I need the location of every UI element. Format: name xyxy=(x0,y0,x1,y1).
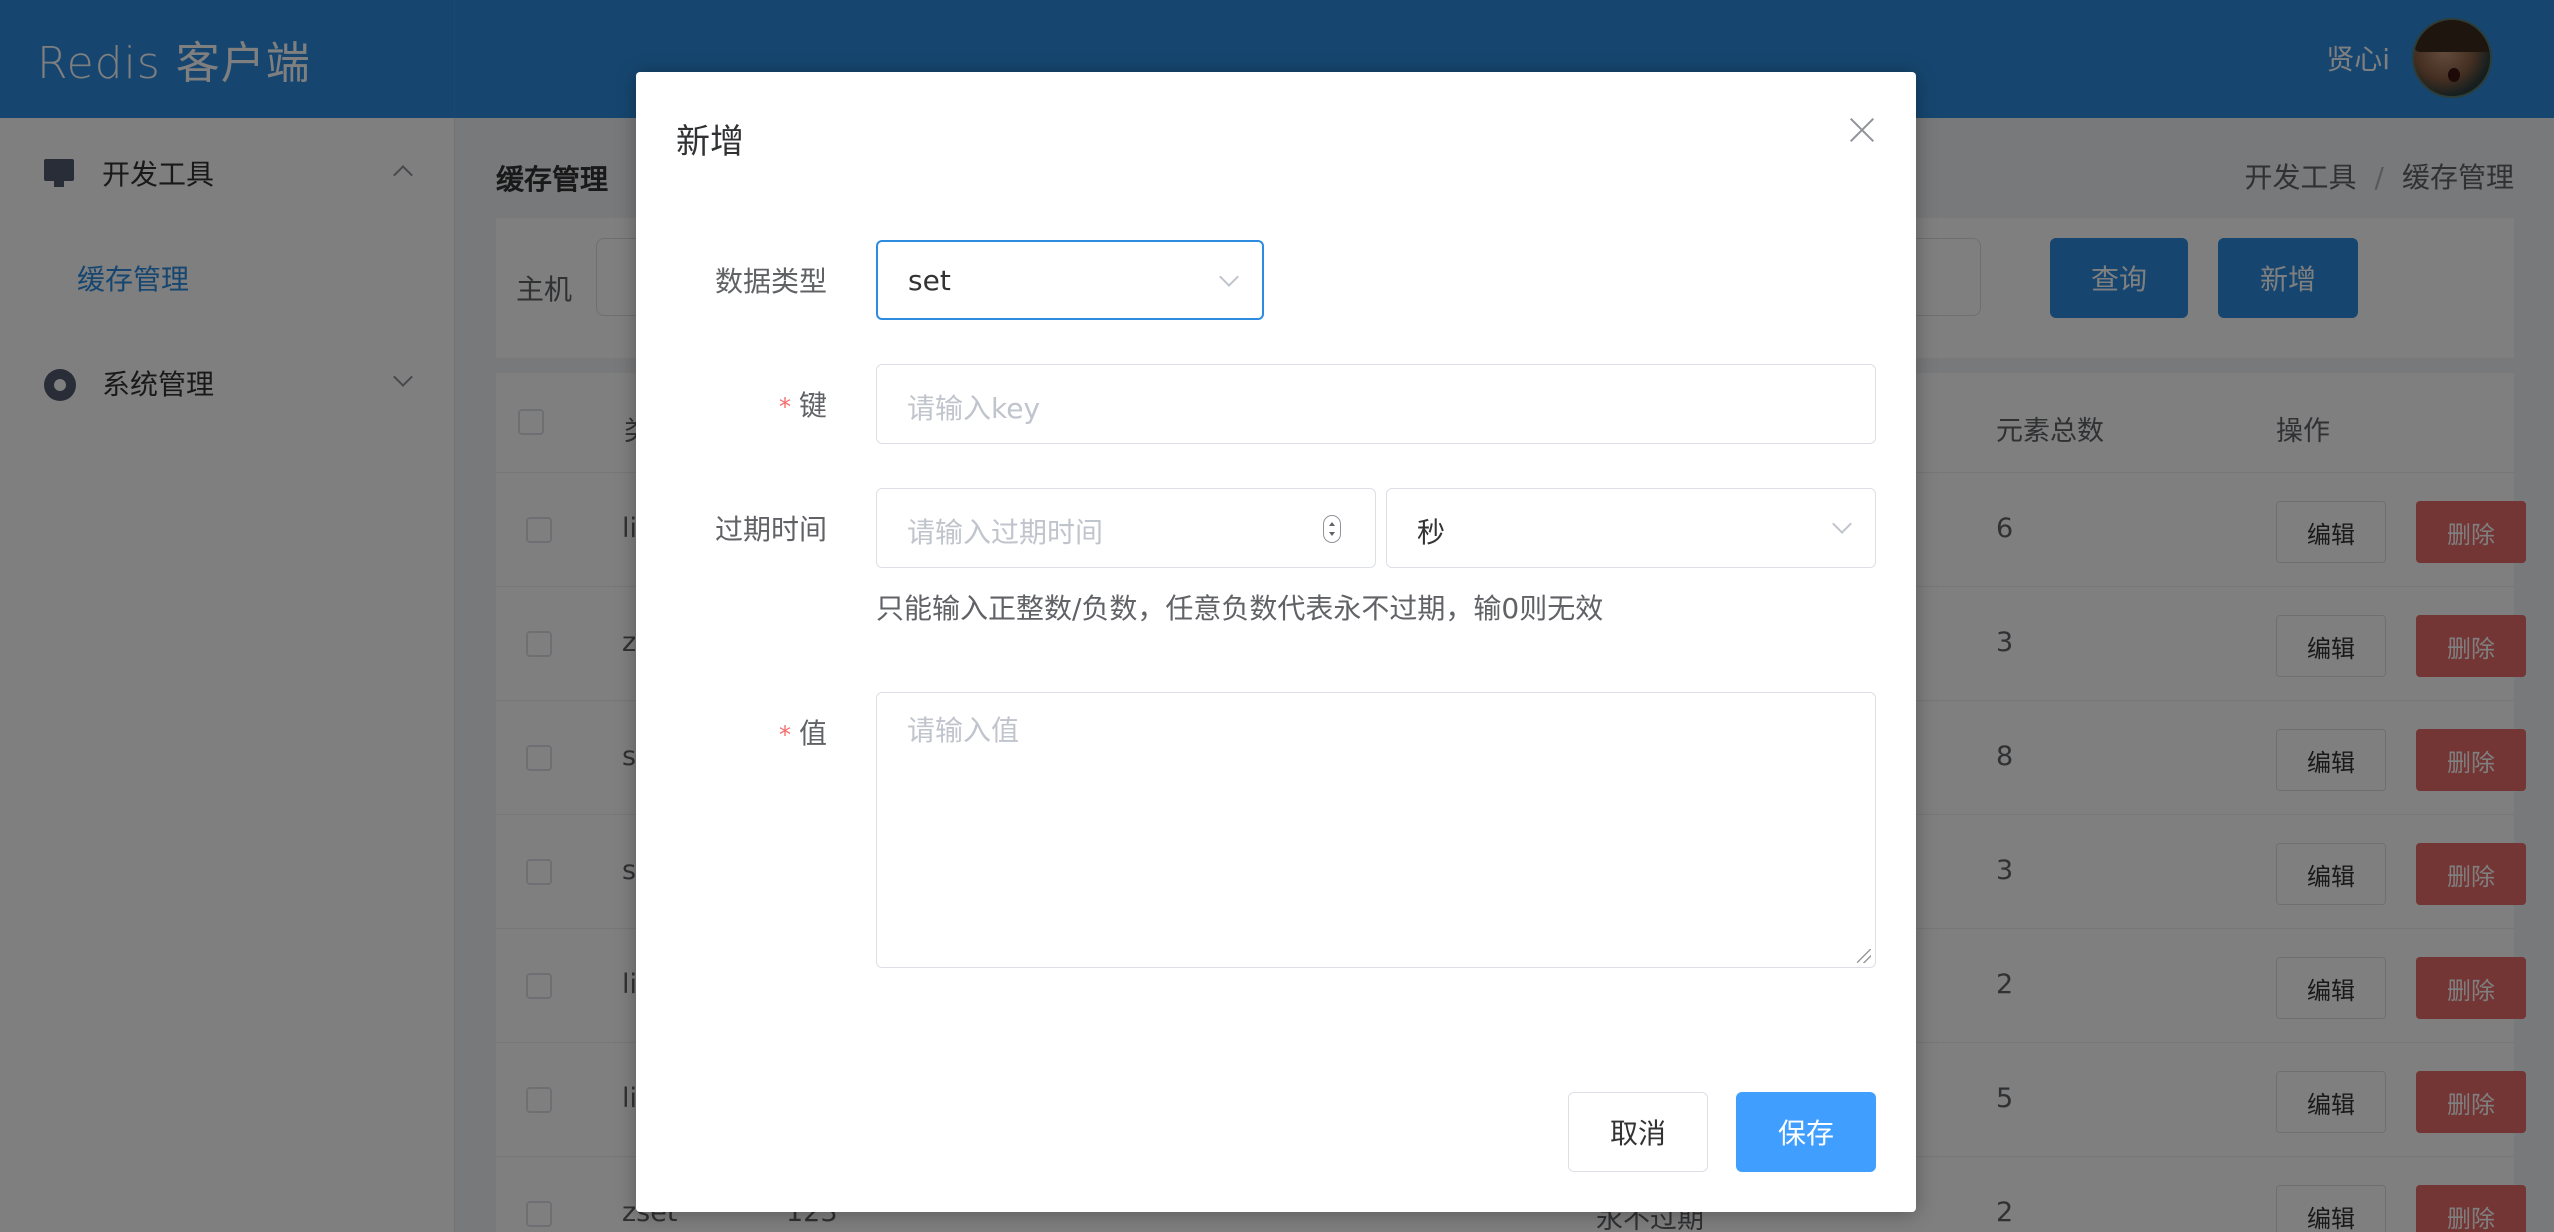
key-input[interactable]: 请输入key xyxy=(876,364,1876,444)
type-select[interactable]: set xyxy=(876,240,1264,320)
expire-label: 过期时间 xyxy=(715,508,827,548)
expire-unit-value: 秒 xyxy=(1417,516,1446,549)
expire-input[interactable]: 请输入过期时间 xyxy=(876,488,1376,568)
required-mark: * xyxy=(778,393,791,421)
value-textarea[interactable]: 请输入值 xyxy=(876,692,1876,968)
value-label: * 值 xyxy=(779,712,827,752)
expire-label-text: 过期时间 xyxy=(714,513,827,546)
add-dialog: 新增 数据类型 set * 键 请输入key 过期时间 请输入过期时间 秒 只能输… xyxy=(636,72,1916,1212)
number-stepper-icon[interactable] xyxy=(1323,515,1341,543)
cancel-button[interactable]: 取消 xyxy=(1568,1092,1708,1172)
value-placeholder: 请输入值 xyxy=(907,714,1020,747)
key-label: * 键 xyxy=(779,384,827,424)
expire-placeholder: 请输入过期时间 xyxy=(907,516,1104,549)
chevron-down-icon xyxy=(1832,514,1852,534)
type-select-value: set xyxy=(908,264,951,297)
type-label-text: 数据类型 xyxy=(714,265,827,298)
type-label: 数据类型 xyxy=(715,260,827,300)
expire-unit-select[interactable]: 秒 xyxy=(1386,488,1876,568)
chevron-down-icon xyxy=(1219,267,1239,287)
value-label-text: 值 xyxy=(798,717,827,750)
dialog-title: 新增 xyxy=(676,122,744,162)
close-icon[interactable] xyxy=(1848,116,1876,144)
resize-handle-icon[interactable] xyxy=(1857,949,1871,963)
save-button[interactable]: 保存 xyxy=(1736,1092,1876,1172)
key-label-text: 键 xyxy=(798,389,827,422)
expire-hint: 只能输入正整数/负数，任意负数代表永不过期，输0则无效 xyxy=(876,592,1604,625)
key-placeholder: 请输入key xyxy=(907,392,1041,425)
required-mark: * xyxy=(778,721,791,749)
